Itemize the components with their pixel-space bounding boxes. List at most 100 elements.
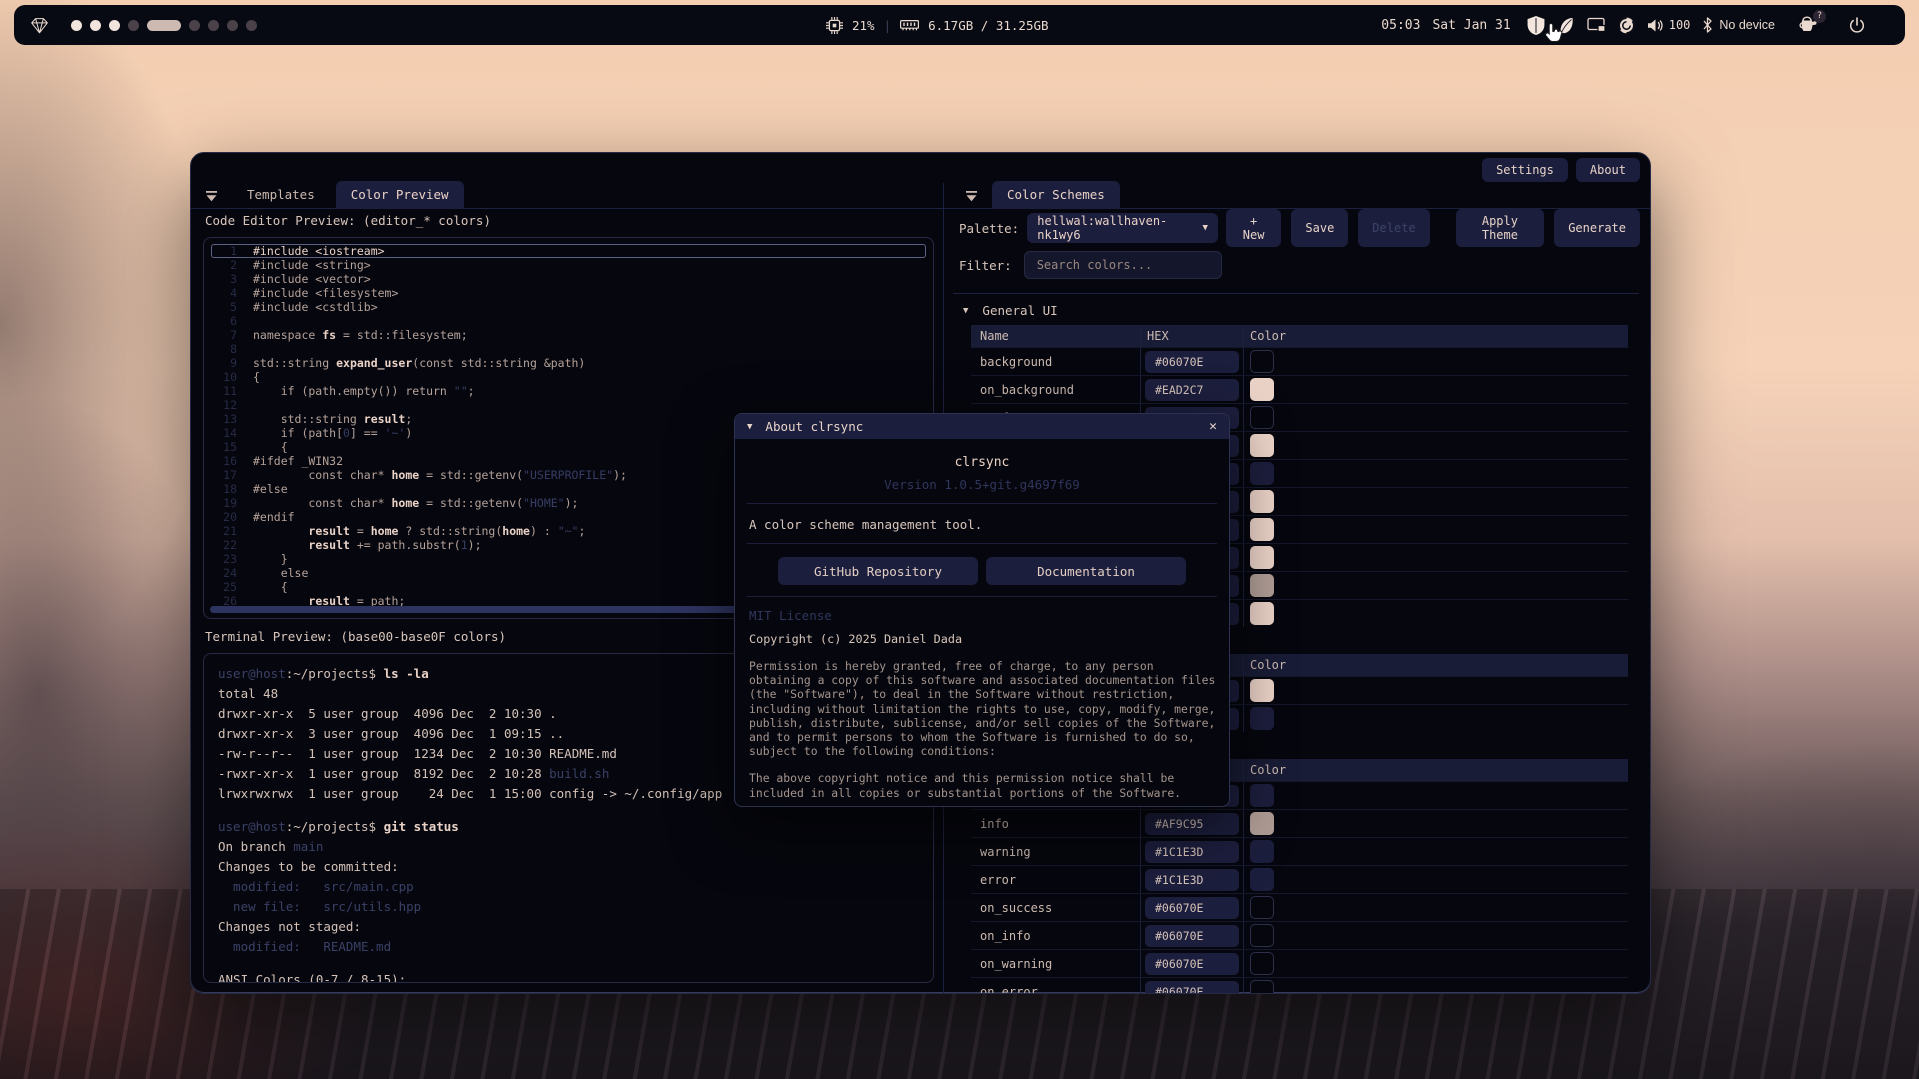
code-line: 7namespace fs = std::filesystem; (211, 328, 926, 342)
collapse-pane-icon[interactable] (205, 191, 218, 202)
dialog-titlebar[interactable]: ▼ About clrsync ✕ (735, 414, 1229, 439)
dialog-title: About clrsync (765, 419, 863, 434)
mouse-cursor (1543, 22, 1565, 50)
about-button[interactable]: About (1576, 158, 1640, 182)
notification-badge: ? (1813, 10, 1826, 23)
hex-value-field[interactable]: #06070E (1145, 897, 1239, 919)
volume-icon[interactable] (1647, 18, 1663, 33)
desktop: 21% | 6.17GB / 31.25GB 05:03 Sat Jan 31 (0, 0, 1919, 1079)
workspace-dot-2[interactable] (90, 20, 101, 31)
power-icon[interactable] (1849, 17, 1865, 34)
code-line: 9std::string expand_user(const std::stri… (211, 356, 926, 370)
gem-launcher-icon[interactable] (30, 16, 49, 35)
app-description: A color scheme management tool. (749, 517, 1217, 532)
table-row: background#06070E (971, 347, 1628, 375)
search-colors-input[interactable] (1024, 251, 1222, 279)
color-swatch[interactable] (1250, 490, 1274, 513)
workspace-dot-5[interactable] (147, 20, 181, 31)
color-swatch[interactable] (1250, 896, 1274, 919)
workspace-dot-1[interactable] (71, 20, 82, 31)
new-button[interactable]: + New (1226, 209, 1282, 247)
table-row: error#1C1E3D (971, 865, 1628, 893)
generate-button[interactable]: Generate (1554, 209, 1640, 247)
license-text: MIT License Copyright (c) 2025 Daniel Da… (747, 608, 1217, 800)
hex-value-field[interactable]: #06070E (1145, 351, 1239, 373)
color-swatch[interactable] (1250, 546, 1274, 569)
table-row: on_success#06070E (971, 893, 1628, 921)
cpu-icon (826, 17, 843, 34)
section-header[interactable]: ▼General UI (963, 303, 1639, 318)
volume-level: 100 (1669, 18, 1691, 32)
color-swatch[interactable] (1250, 924, 1274, 947)
workspace-indicators[interactable] (71, 20, 257, 31)
code-line: 5#include <cstdlib> (211, 300, 926, 314)
color-swatch[interactable] (1250, 434, 1274, 457)
collapse-pane-icon-right[interactable] (965, 191, 978, 202)
workspace-dot-6[interactable] (189, 20, 200, 31)
apply-theme-button[interactable]: Apply Theme (1456, 209, 1545, 247)
workspace-dot-9[interactable] (246, 20, 257, 31)
filter-row: Filter: (959, 251, 1222, 279)
color-swatch[interactable] (1250, 602, 1274, 625)
hex-value-field[interactable]: #AF9C95 (1145, 813, 1239, 835)
dialog-divider (747, 543, 1217, 544)
hex-value-field[interactable]: #EAD2C7 (1145, 379, 1239, 401)
hex-value-field[interactable]: #1C1E3D (1145, 869, 1239, 891)
workspace-dot-4[interactable] (128, 20, 139, 31)
palette-dropdown[interactable]: hellwal:wallhaven-nk1wy6 ▼ (1027, 213, 1218, 243)
color-swatch[interactable] (1250, 574, 1274, 597)
workspace-dot-8[interactable] (227, 20, 238, 31)
color-swatch[interactable] (1250, 378, 1274, 401)
delete-button[interactable]: Delete (1358, 209, 1429, 247)
color-swatch[interactable] (1250, 518, 1274, 541)
close-icon[interactable]: ✕ (1209, 419, 1217, 434)
editor-preview-heading: Code Editor Preview: (editor_* colors) (205, 213, 491, 228)
terminal-line: Changes to be committed: (218, 857, 919, 877)
code-line: 4#include <filesystem> (211, 286, 926, 300)
stats-separator: | (884, 18, 892, 33)
code-line: 11 if (path.empty()) return ""; (211, 384, 926, 398)
color-swatch[interactable] (1250, 840, 1274, 863)
code-line: 10{ (211, 370, 926, 384)
color-swatch[interactable] (1250, 707, 1274, 730)
color-swatch[interactable] (1250, 679, 1274, 702)
workspace-dot-7[interactable] (208, 20, 219, 31)
teapot-tray-icon[interactable]: ? (1797, 15, 1819, 36)
copyright-line: Copyright (c) 2025 Daniel Dada (749, 632, 1217, 646)
bluetooth-icon[interactable] (1702, 17, 1713, 33)
documentation-button[interactable]: Documentation (986, 557, 1186, 585)
color-swatch[interactable] (1250, 462, 1274, 485)
hex-value-field[interactable]: #06070E (1145, 981, 1239, 994)
tab-templates[interactable]: Templates (232, 181, 330, 209)
hex-value-field[interactable]: #06070E (1145, 925, 1239, 947)
color-swatch[interactable] (1250, 868, 1274, 891)
terminal-line: modified: src/main.cpp (218, 877, 919, 897)
triangle-down-icon: ▼ (747, 422, 752, 432)
bluetooth-status: No device (1719, 18, 1775, 32)
screencast-icon[interactable] (1587, 17, 1606, 33)
terminal-line: new file: src/utils.hpp (218, 897, 919, 917)
save-button[interactable]: Save (1291, 209, 1348, 247)
table-row: info#AF9C95 (971, 809, 1628, 837)
github-repository-button[interactable]: GitHub Repository (778, 557, 978, 585)
swirl-icon[interactable] (1618, 17, 1635, 34)
hex-value-field[interactable]: #06070E (1145, 953, 1239, 975)
filter-divider (953, 293, 1639, 294)
color-swatch[interactable] (1250, 406, 1274, 429)
color-swatch[interactable] (1250, 952, 1274, 975)
color-swatch[interactable] (1250, 784, 1274, 807)
settings-button[interactable]: Settings (1482, 158, 1568, 182)
color-swatch[interactable] (1250, 980, 1274, 993)
date: Sat Jan 31 (1432, 18, 1510, 33)
hex-value-field[interactable]: #1C1E3D (1145, 841, 1239, 863)
app-name: clrsync (747, 455, 1217, 470)
tab-color-schemes[interactable]: Color Schemes (992, 181, 1120, 209)
memory-icon (900, 18, 919, 32)
table-row: on_info#06070E (971, 921, 1628, 949)
color-swatch[interactable] (1250, 350, 1274, 373)
tab-color-preview[interactable]: Color Preview (336, 181, 464, 209)
palette-label: Palette: (959, 221, 1019, 236)
terminal-line: user@host:~/projects$ git status (218, 817, 919, 837)
color-swatch[interactable] (1250, 812, 1274, 835)
workspace-dot-3[interactable] (109, 20, 120, 31)
